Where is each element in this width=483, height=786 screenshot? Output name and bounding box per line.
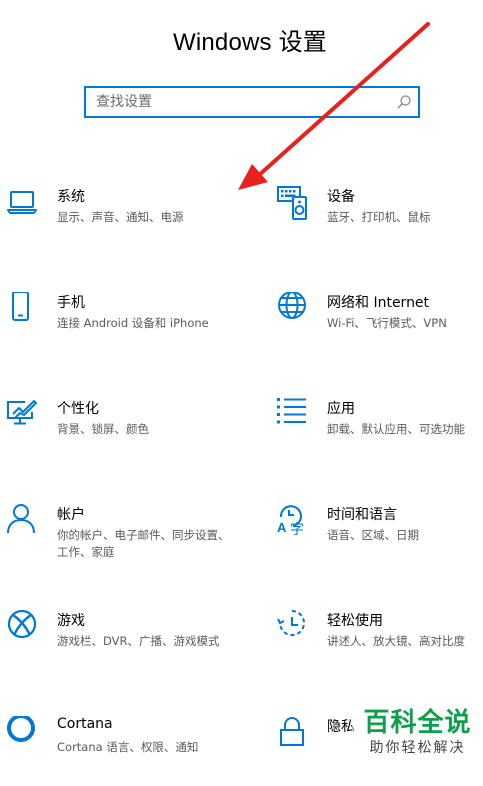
tile-accounts[interactable]: 帐户 你的帐户、电子邮件、同步设置、工作、家庭 bbox=[7, 504, 237, 574]
tile-system[interactable]: 系统 显示、声音、通知、电源 bbox=[7, 186, 237, 256]
laptop-icon bbox=[7, 191, 37, 214]
tile-description: 连接 Android 设备和 iPhone bbox=[57, 316, 209, 330]
tile-name: 设备 bbox=[327, 189, 355, 205]
search-box[interactable] bbox=[84, 86, 420, 118]
tile-time-language[interactable]: A 字 时间和语言 语音、区域、日期 bbox=[277, 504, 483, 574]
paint-brush-icon bbox=[7, 400, 37, 425]
tile-name: 系统 bbox=[57, 189, 85, 205]
tile-description: 蓝牙、打印机、鼠标 bbox=[327, 210, 431, 224]
keyboard-speaker-icon bbox=[277, 186, 307, 220]
time-language-icon: A 字 bbox=[277, 505, 304, 538]
tile-personalization[interactable]: 个性化 背景、锁屏、颜色 bbox=[7, 398, 237, 468]
lock-icon bbox=[280, 717, 304, 746]
tile-devices[interactable]: 设备 蓝牙、打印机、鼠标 bbox=[277, 186, 483, 256]
tile-description: 讲述人、放大镜、高对比度 bbox=[327, 634, 465, 648]
phone-icon bbox=[12, 292, 29, 321]
tile-description: Cortana 语言、权限、通知 bbox=[57, 740, 199, 754]
tile-description: 显示、声音、通知、电源 bbox=[57, 210, 184, 224]
page-title: Windows 设置 bbox=[172, 29, 328, 56]
tile-name: 应用 bbox=[327, 401, 355, 417]
globe-icon bbox=[278, 292, 306, 319]
tile-apps[interactable]: 应用 卸载、默认应用、可选功能 bbox=[277, 398, 483, 468]
tile-name: 轻松使用 bbox=[327, 613, 383, 629]
tile-description: 语音、区域、日期 bbox=[327, 528, 419, 542]
cortana-icon bbox=[7, 716, 35, 742]
tile-phone[interactable]: 手机 连接 Android 设备和 iPhone bbox=[7, 292, 237, 362]
search-input[interactable] bbox=[86, 88, 396, 116]
watermark-title: 百科全说 bbox=[363, 708, 472, 738]
tile-name: 个性化 bbox=[57, 401, 99, 417]
ease-of-access-icon bbox=[277, 610, 305, 636]
xbox-icon bbox=[7, 610, 37, 639]
tile-description: 背景、锁屏、颜色 bbox=[57, 422, 149, 436]
tile-name: 隐私 bbox=[327, 719, 355, 735]
tile-description: 卸载、默认应用、可选功能 bbox=[327, 422, 465, 436]
watermark-subtitle: 助你轻松解决 bbox=[369, 740, 466, 756]
tile-gaming[interactable]: 游戏 游戏栏、DVR、广播、游戏模式 bbox=[7, 610, 237, 680]
watermark: 百科全说 助你轻松解决 bbox=[352, 706, 483, 769]
app-list-icon bbox=[277, 398, 306, 424]
svg-text:A: A bbox=[277, 520, 287, 535]
tile-name: 网络和 Internet bbox=[327, 295, 430, 311]
tile-name: 帐户 bbox=[57, 507, 85, 523]
tile-description: Wi-Fi、飞行模式、VPN bbox=[327, 316, 447, 330]
tile-description: 游戏栏、DVR、广播、游戏模式 bbox=[57, 634, 220, 648]
tile-ease-of-access[interactable]: 轻松使用 讲述人、放大镜、高对比度 bbox=[277, 610, 483, 680]
tile-network[interactable]: 网络和 Internet Wi-Fi、飞行模式、VPN bbox=[277, 292, 483, 362]
person-icon bbox=[7, 504, 35, 534]
tile-name: Cortana bbox=[57, 716, 113, 732]
search-icon[interactable] bbox=[396, 94, 412, 110]
svg-text:字: 字 bbox=[290, 522, 304, 538]
tile-cortana[interactable]: Cortana Cortana 语言、权限、通知 bbox=[7, 716, 237, 786]
tile-description: 你的帐户、电子邮件、同步设置、工作、家庭 bbox=[57, 528, 230, 559]
tile-name: 时间和语言 bbox=[327, 507, 397, 523]
tile-name: 游戏 bbox=[57, 613, 85, 629]
tile-name: 手机 bbox=[57, 295, 85, 311]
